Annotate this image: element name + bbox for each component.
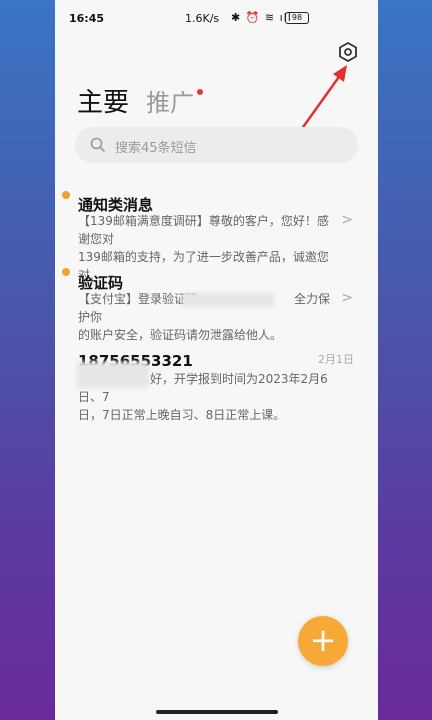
tab-promo-label: 推广 xyxy=(146,89,195,117)
status-icons: ✱ ⏰ ≋ ıll xyxy=(231,11,292,24)
status-bar: 16:45 1.6K/s ✱ ⏰ ≋ ıll 98 xyxy=(55,0,378,36)
chevron-right-icon: > xyxy=(341,212,353,228)
home-indicator[interactable] xyxy=(156,710,278,714)
tab-main[interactable]: 主要 xyxy=(77,88,129,118)
redacted-greeting xyxy=(77,362,149,388)
plus-icon: + xyxy=(309,621,337,659)
redacted-code xyxy=(182,293,274,307)
network-speed: 1.6K/s xyxy=(185,12,220,25)
search-placeholder: 搜索45条短信 xyxy=(115,141,197,156)
battery-icon: 98 xyxy=(285,12,309,24)
unread-dot xyxy=(62,268,70,276)
message-thread-notifications[interactable]: 通知类消息 【139邮箱满意度调研】尊敬的客户，您好！感谢您对 139邮箱的支持… xyxy=(55,186,378,282)
tab-promo[interactable]: 推广 xyxy=(146,89,204,117)
annotation-arrow-icon xyxy=(299,65,347,131)
chevron-right-icon: > xyxy=(341,290,353,306)
search-icon xyxy=(90,137,106,153)
category-tabs: 主要 推广 xyxy=(77,82,204,119)
sms-app-screen: 16:45 1.6K/s ✱ ⏰ ≋ ıll 98 主要 推广 搜索45条短信 … xyxy=(55,0,378,720)
new-message-button[interactable]: + xyxy=(298,616,348,666)
search-bar[interactable]: 搜索45条短信 xyxy=(75,127,358,163)
unread-dot xyxy=(62,191,70,199)
new-indicator-dot xyxy=(197,89,204,95)
thread-date: 2月1日 xyxy=(318,353,354,366)
message-thread-personal[interactable]: 18756553321 2月1日 好，开学报到时间为2023年2月6日、7 日，… xyxy=(55,346,378,422)
message-thread-verification[interactable]: 验证码 【支付宝】登录验证码 全力保护你 的账户安全，验证码请勿泄露给他人。 > xyxy=(55,265,378,342)
status-time: 16:45 xyxy=(69,12,105,25)
settings-gear-icon[interactable] xyxy=(338,42,358,62)
